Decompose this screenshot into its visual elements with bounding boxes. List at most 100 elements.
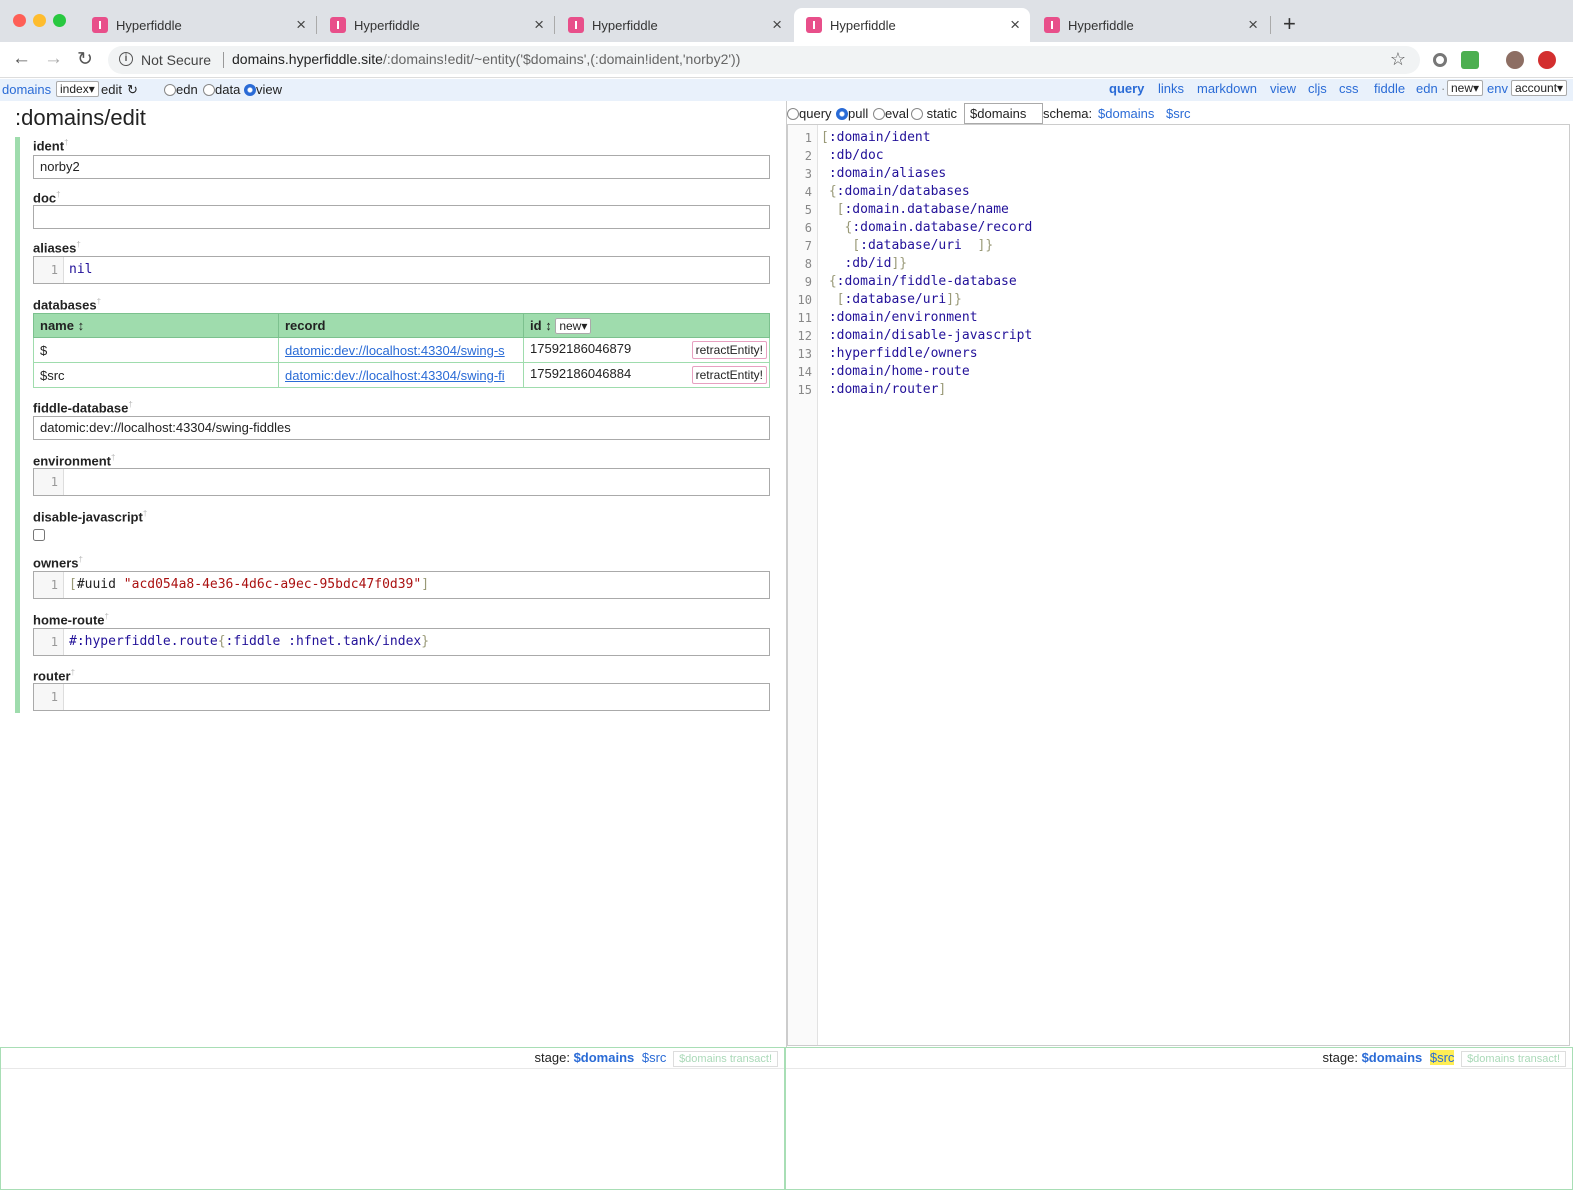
minimize-window-button[interactable] [33,14,46,27]
hyperfiddle-favicon-icon [568,17,584,33]
stage-domains-tab[interactable]: $domains [1362,1050,1423,1065]
env-link[interactable]: env [1487,81,1508,96]
extension-upload-icon[interactable] [1538,51,1556,69]
record-link[interactable]: datomic:dev://localhost:43304/swing-s [285,343,505,358]
mode-view-radio[interactable]: view [244,82,282,97]
name-cell[interactable]: $ [33,337,279,363]
owners-label: owners† [33,555,83,570]
database-input[interactable]: $domains [964,103,1043,124]
table-row: $ datomic:dev://localhost:43304/swing-s … [33,337,770,363]
aliases-code-editor[interactable]: 1 nil [33,256,770,284]
account-select[interactable]: account▾ [1511,80,1568,96]
mode-query-radio[interactable]: query [787,106,832,121]
home-route-code-editor[interactable]: 1 #:hyperfiddle.route{:fiddle :hfnet.tan… [33,628,770,656]
browser-tab[interactable]: Hyperfiddle × [80,8,316,42]
close-tab-icon[interactable]: × [1248,15,1258,35]
new-tab-icon[interactable]: + [1283,11,1296,37]
browser-tab[interactable]: Hyperfiddle × [556,8,792,42]
edn-link[interactable]: edn [1416,81,1438,96]
code-text[interactable]: [#uuid "acd054a8-4e36-4d6c-a9ec-95bdc47f… [69,572,429,598]
new-select-value: new [1451,81,1474,95]
code-line: {:domain/databases [828,184,970,199]
domains-link[interactable]: domains [2,82,51,97]
url-text[interactable]: domains.hyperfiddle.site/:domains!edit/~… [232,51,740,67]
new-row-select[interactable]: new▾ [555,318,592,334]
back-arrow-icon[interactable]: ← [12,48,31,70]
close-tab-icon[interactable]: × [1010,15,1020,35]
security-label: Not Secure [141,52,212,68]
cljs-link[interactable]: cljs [1308,81,1327,96]
line-number: 13 [797,347,812,361]
extension-circle-icon[interactable] [1433,53,1447,67]
code-line: :domain/router] [828,382,947,397]
stage-domains-tab[interactable]: $domains [574,1050,635,1065]
close-tab-icon[interactable]: × [296,15,306,35]
retract-entity-button[interactable]: retractEntity! [691,341,767,359]
forward-arrow-icon[interactable]: → [44,48,63,70]
reload-icon[interactable]: ↻ [77,48,93,71]
owners-code-editor[interactable]: 1 [#uuid "acd054a8-4e36-4d6c-a9ec-95bdc4… [33,571,770,599]
label-text: owners [33,555,79,571]
schema-src-link[interactable]: $src [1166,106,1191,121]
retract-entity-button[interactable]: retractEntity! [691,366,767,384]
record-cell: datomic:dev://localhost:43304/swing-fi [278,362,524,388]
transact-button[interactable]: $domains transact! [673,1051,778,1067]
extension-save-icon[interactable] [1461,51,1479,69]
stage-src-tab[interactable]: $src [642,1050,667,1065]
route-namespace: #:hyperfiddle.route [69,634,218,649]
links-link[interactable]: links [1158,81,1184,96]
record-link[interactable]: datomic:dev://localhost:43304/swing-fi [285,368,505,383]
browser-tab[interactable]: Hyperfiddle × [318,8,554,42]
info-icon[interactable]: i [119,52,133,66]
fiddle-database-input[interactable]: datomic:dev://localhost:43304/swing-fidd… [33,416,770,440]
schema-domains-link[interactable]: $domains [1098,106,1154,121]
address-bar[interactable]: i Not Secure domains.hyperfiddle.site/:d… [108,46,1420,74]
line-number: 1 [34,684,64,710]
disable-javascript-checkbox[interactable] [33,529,45,541]
dagger-mark: † [111,453,116,462]
close-tab-icon[interactable]: × [772,15,782,35]
id-cell: 17592186046884 retractEntity! [523,362,770,388]
aliases-label: aliases† [33,240,81,255]
router-code-editor[interactable]: 1 [33,683,770,711]
name-cell[interactable]: $src [33,362,279,388]
sort-icon[interactable]: ↕ [545,318,552,333]
browser-tab[interactable]: Hyperfiddle × [1032,8,1268,42]
mode-pull-radio[interactable]: pull [836,106,868,121]
mode-static-radio[interactable]: static [911,106,957,121]
code-text[interactable]: #:hyperfiddle.route{:fiddle :hfnet.tank/… [69,629,429,655]
bookmark-star-icon[interactable]: ☆ [1390,49,1406,70]
name-column-header[interactable]: name ↕ [33,313,279,338]
fiddle-link[interactable]: fiddle [1374,81,1405,96]
right-stage-panel: stage: $domains $src $domains transact! [785,1047,1573,1190]
label-text: router [33,668,71,684]
query-link[interactable]: query [1109,81,1144,96]
hyperfiddle-favicon-icon [330,17,346,33]
mode-data-radio[interactable]: data [203,82,240,97]
sort-icon[interactable]: ↕ [78,318,85,333]
maximize-window-button[interactable] [53,14,66,27]
code-text[interactable]: nil [69,257,92,283]
markdown-link[interactable]: markdown [1197,81,1257,96]
ident-input[interactable]: norby2 [33,155,770,179]
environment-code-editor[interactable]: 1 [33,468,770,496]
new-select-value: new [559,319,582,333]
close-tab-icon[interactable]: × [534,15,544,35]
dagger-mark: † [78,555,83,564]
stage-header: stage: $domains $src $domains transact! [1323,1050,1566,1067]
line-number: 3 [804,167,812,181]
mode-eval-radio[interactable]: eval [873,106,909,121]
transact-button[interactable]: $domains transact! [1461,1051,1566,1067]
close-window-button[interactable] [13,14,26,27]
browser-tab-active[interactable]: Hyperfiddle × [794,8,1030,42]
css-link[interactable]: css [1339,81,1359,96]
view-link[interactable]: view [1270,81,1296,96]
new-select[interactable]: new▾ [1447,80,1484,96]
mode-edn-radio[interactable]: edn [164,82,198,97]
index-select[interactable]: index▾ [56,81,99,97]
doc-input[interactable] [33,205,770,229]
stage-src-tab[interactable]: $src [1429,1050,1455,1065]
profile-avatar[interactable] [1506,51,1524,69]
refresh-icon[interactable]: ↻ [127,82,138,98]
pull-code-editor[interactable]: 1 2 3 4 5 6 7 8 9 10 11 12 13 14 15 [:do… [787,124,1570,1046]
